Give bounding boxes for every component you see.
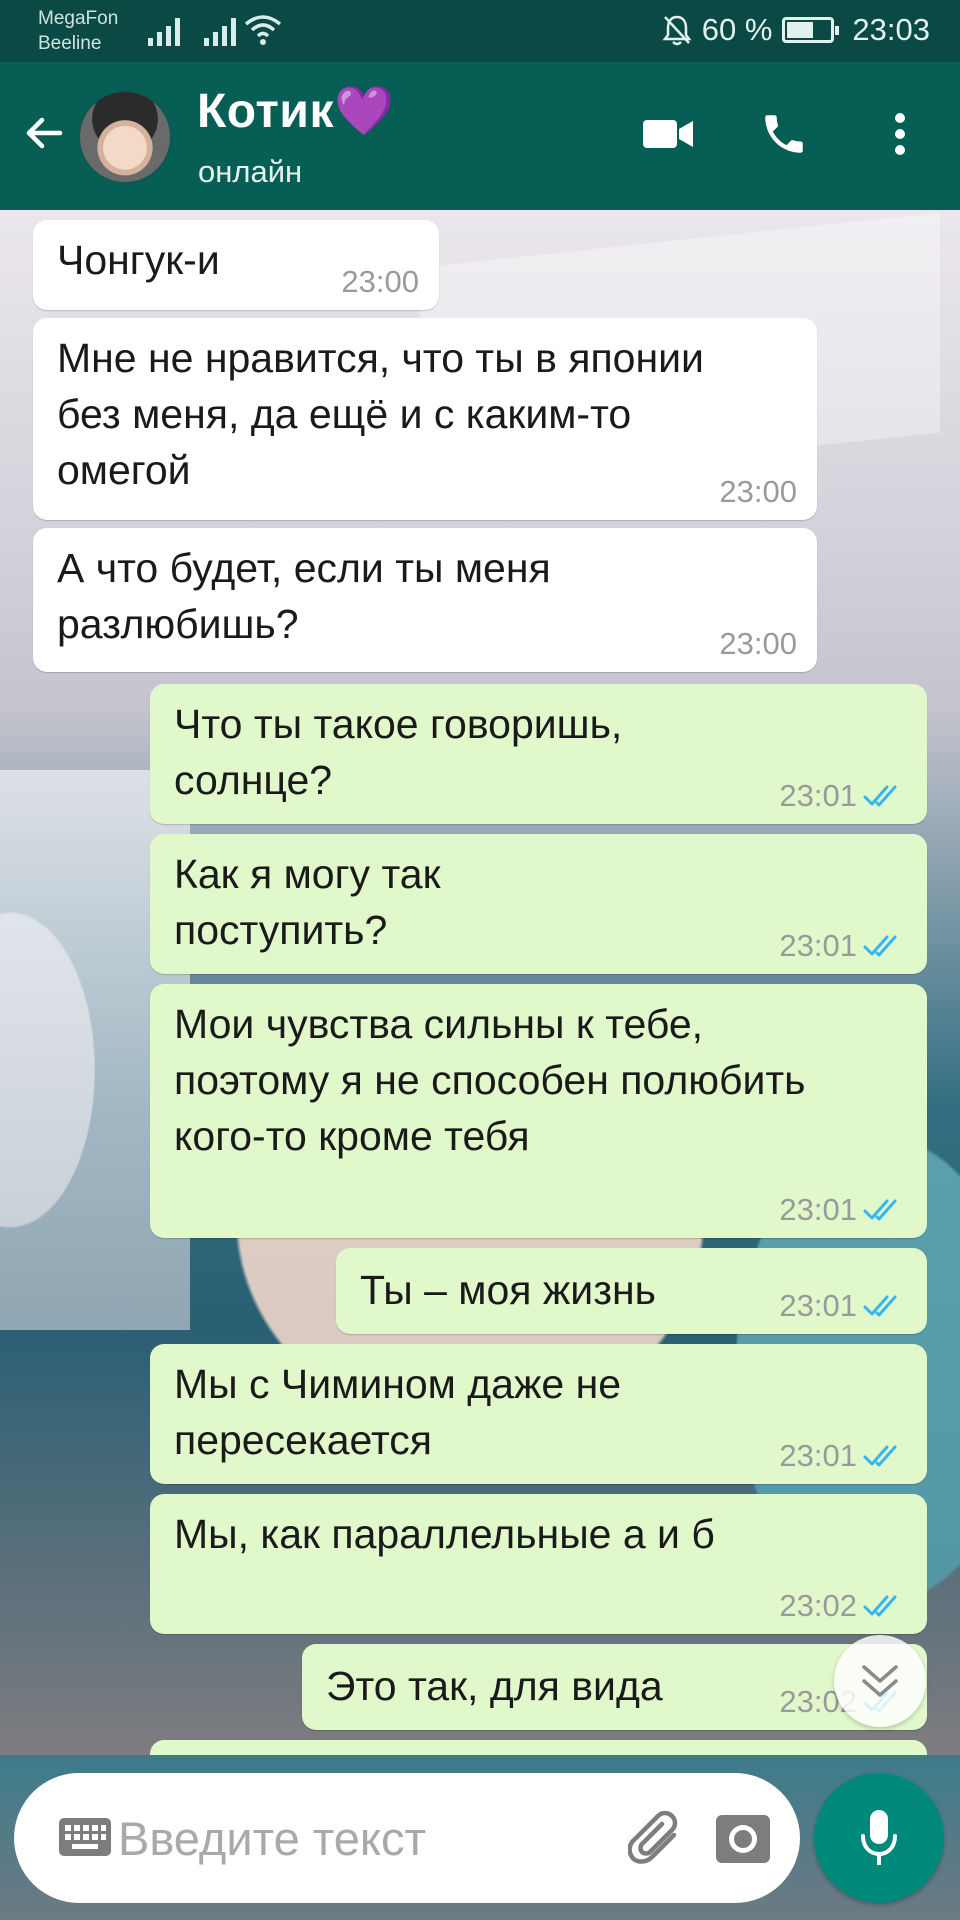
battery-icon [782,17,840,43]
message-time: 23:01 [779,778,857,813]
message-time: 23:00 [719,626,797,661]
message-bubble-outgoing[interactable]: Мои чувства сильны к тебе, поэтому я не … [150,984,927,1238]
message-bubble-incoming[interactable]: А что будет, если ты меня разлюбишь? 23:… [33,528,817,672]
battery-percent: 60 % [701,12,773,47]
double-chevron-down-icon [862,1665,898,1697]
message-text: Это так, для вида [326,1663,663,1709]
message-time: 23:00 [341,264,419,299]
paperclip-icon[interactable] [628,1809,684,1867]
message-bubble-outgoing[interactable]: Ты – моя жизнь 23:01 [336,1248,927,1334]
signal-2-icon [204,14,236,46]
voice-call-button[interactable] [752,102,816,166]
message-text: Мы, как параллельные а и б [174,1511,715,1557]
message-bubble-outgoing-partial[interactable] [150,1740,927,1755]
message-text: Мне не нравится, что ты в японии без мен… [57,335,704,493]
wifi-icon [244,15,282,45]
message-time: 23:01 [779,1438,857,1473]
read-double-check-icon [863,1199,897,1221]
message-time: 23:01 [779,928,857,963]
message-bubble-outgoing[interactable]: Мы, как параллельные а и б 23:02 [150,1494,927,1634]
message-text: Как я могу так поступить? [174,851,441,953]
chat-area[interactable]: Чонгук-и 23:00 Мне не нравится, что ты в… [0,210,960,1755]
message-time: 23:02 [779,1588,857,1623]
read-double-check-icon [863,1595,897,1617]
message-bubble-outgoing[interactable]: Это так, для вида 23:02 [302,1644,927,1730]
message-text: Чонгук-и [57,237,220,283]
message-time: 23:00 [719,474,797,509]
voice-record-button[interactable] [814,1773,944,1903]
read-double-check-icon [863,1295,897,1317]
message-text: Что ты такое говоришь, солнце? [174,701,623,803]
carrier-names: MegaFon Beeline [38,6,118,56]
message-bubble-incoming[interactable]: Чонгук-и 23:00 [33,220,439,310]
more-vertical-icon [895,113,905,155]
carrier-2: Beeline [38,33,102,54]
chat-header: Котик💜 онлайн [0,62,960,210]
contact-avatar[interactable] [78,90,172,184]
message-text: Мы с Чимином даже не пересекается [174,1361,622,1463]
message-text: Мои чувства сильны к тебе, поэтому я не … [174,1001,806,1159]
carrier-1: MegaFon [38,8,119,29]
message-bubble-outgoing[interactable]: Как я могу так поступить? 23:01 [150,834,927,974]
mute-bell-icon [662,15,692,46]
read-double-check-icon [863,935,897,957]
contact-name[interactable]: Котик💜 [197,82,394,139]
message-text: А что будет, если ты меня разлюбишь? [57,545,551,647]
contact-status: онлайн [198,154,303,189]
microphone-icon [861,1810,897,1865]
input-placeholder: Введите текст [118,1812,427,1865]
status-right: 60 % 23:03 [662,12,930,48]
keyboard-icon[interactable] [58,1817,112,1857]
message-bubble-incoming[interactable]: Мне не нравится, что ты в японии без мен… [33,318,817,520]
back-arrow-icon[interactable] [20,108,70,158]
message-time: 23:01 [779,1192,857,1227]
message-text: Ты – моя жизнь [360,1267,657,1313]
video-call-button[interactable] [636,102,700,166]
camera-icon[interactable] [714,1809,772,1865]
status-bar: MegaFon Beeline 60 % 23:03 [0,0,960,62]
read-double-check-icon [863,1445,897,1467]
video-camera-icon [643,120,693,148]
scroll-to-bottom-button[interactable] [834,1635,926,1727]
signal-1-icon [148,14,180,46]
read-double-check-icon [863,785,897,807]
clock: 23:03 [852,12,930,47]
message-time: 23:01 [779,1288,857,1323]
message-bubble-outgoing[interactable]: Что ты такое говоришь, солнце? 23:01 [150,684,927,824]
input-bar: Введите текст [0,1755,960,1920]
menu-button[interactable] [868,102,932,166]
message-input[interactable]: Введите текст [14,1773,800,1903]
phone-icon [765,115,803,153]
message-bubble-outgoing[interactable]: Мы с Чимином даже не пересекается 23:01 [150,1344,927,1484]
